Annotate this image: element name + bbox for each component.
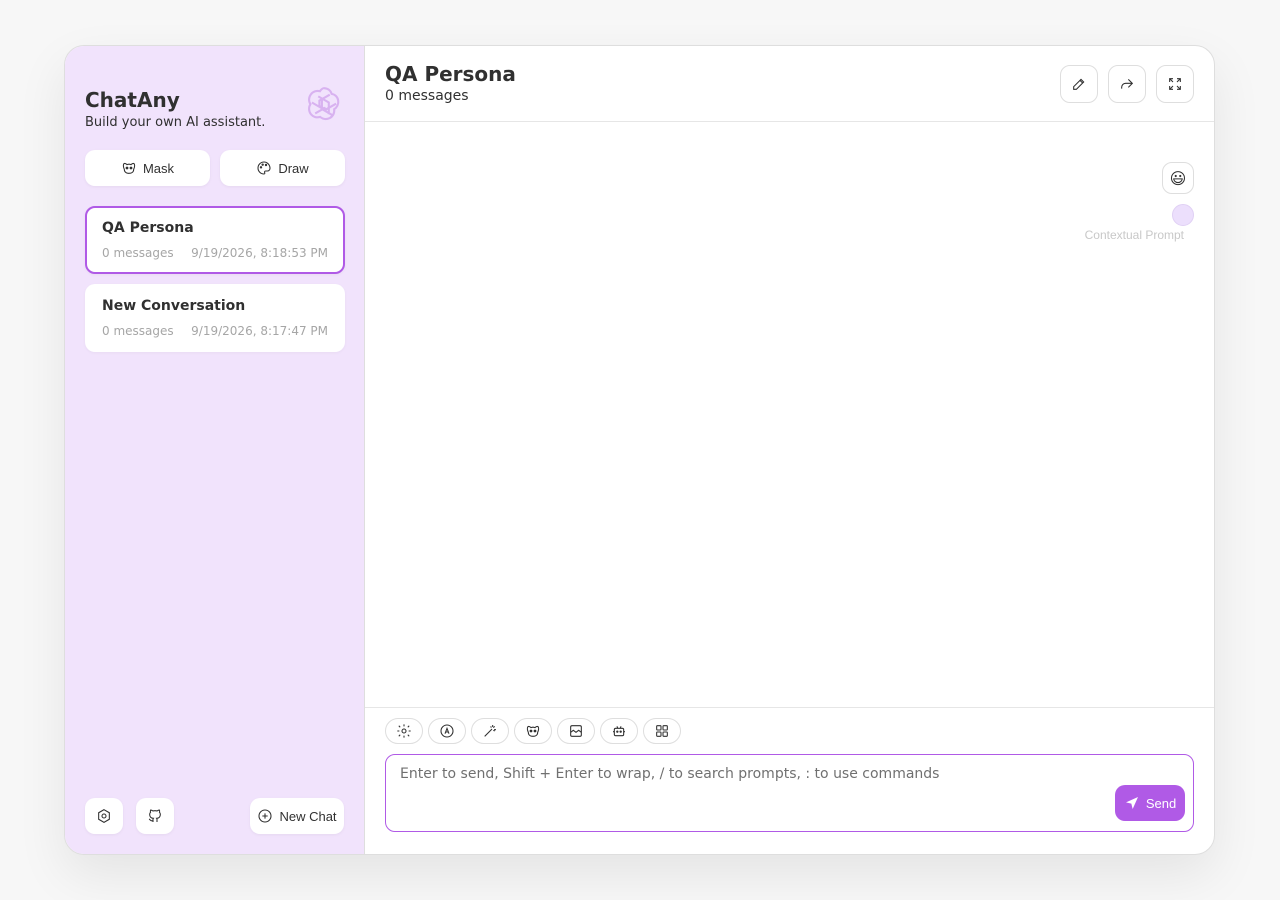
send-button[interactable]: Send — [1115, 785, 1185, 821]
share-button[interactable] — [1108, 65, 1146, 103]
send-icon — [1125, 797, 1138, 809]
magic-wand-icon — [484, 725, 496, 737]
conversation-count: 0 messages — [102, 324, 174, 338]
conversation-item-qa-persona[interactable]: QA Persona 0 messages 9/19/2026, 8:18:53… — [85, 206, 345, 274]
app-tagline: Build your own AI assistant. — [85, 115, 266, 130]
robot-icon — [613, 726, 625, 737]
message-input[interactable] — [386, 755, 1193, 831]
toolbar-apps-button[interactable] — [643, 718, 681, 744]
input-panel: Send — [365, 707, 1214, 854]
mask-button-label: Mask — [142, 160, 175, 176]
conversation-title: New Conversation — [102, 298, 246, 314]
edit-icon — [1073, 78, 1085, 90]
settings-button[interactable] — [85, 798, 123, 834]
header-actions — [1060, 65, 1194, 103]
draw-button[interactable]: Draw — [220, 150, 345, 186]
toolbar-mask-button[interactable] — [514, 718, 552, 744]
new-chat-label: New Chat — [279, 808, 337, 824]
theme-icon — [440, 724, 454, 738]
palette-icon — [257, 161, 271, 175]
send-label: Send — [1145, 795, 1177, 811]
sidebar-top-buttons: Mask Draw — [85, 150, 345, 186]
sidebar-footer: New Chat — [85, 798, 344, 834]
conversation-time: 9/19/2026, 8:17:47 PM — [191, 324, 328, 338]
conversation-title: QA Persona — [102, 220, 194, 236]
mask-icon — [526, 725, 540, 737]
toolbar-robot-button[interactable] — [600, 718, 638, 744]
edit-button[interactable] — [1060, 65, 1098, 103]
message-input-box: Send — [385, 754, 1194, 832]
toolbar-settings-button[interactable] — [385, 718, 423, 744]
toolbar-prompt-button[interactable] — [471, 718, 509, 744]
toolbar-image-button[interactable] — [557, 718, 595, 744]
draw-button-label: Draw — [278, 160, 309, 176]
message-area: 😃 Contextual Prompt — [365, 122, 1214, 708]
conversation-meta: 0 messages 9/19/2026, 8:18:53 PM — [102, 246, 328, 260]
contextual-prompt-label: Contextual Prompt — [1084, 228, 1184, 242]
chat-header: QA Persona 0 messages — [365, 46, 1214, 122]
new-chat-button[interactable]: New Chat — [250, 798, 344, 834]
fullscreen-button[interactable] — [1156, 65, 1194, 103]
chat-toolbar — [385, 718, 681, 744]
chat-main: QA Persona 0 messages 😃 Contextual Promp… — [365, 46, 1214, 854]
github-button[interactable] — [136, 798, 174, 834]
conversation-count: 0 messages — [102, 246, 174, 260]
sidebar: ChatAny Build your own AI assistant. Mas… — [65, 46, 365, 854]
toolbar-theme-button[interactable] — [428, 718, 466, 744]
settings-icon — [98, 809, 110, 823]
openai-logo-icon — [308, 87, 340, 121]
image-icon — [570, 725, 582, 737]
share-icon — [1121, 78, 1134, 89]
brand: ChatAny Build your own AI assistant. — [85, 88, 265, 130]
apps-icon — [656, 725, 668, 737]
fullscreen-icon — [1169, 78, 1181, 90]
mask-button[interactable]: Mask — [85, 150, 210, 186]
settings-icon — [397, 724, 411, 738]
app-window: ChatAny Build your own AI assistant. Mas… — [64, 45, 1215, 855]
conversation-list: QA Persona 0 messages 9/19/2026, 8:18:53… — [85, 206, 345, 362]
conversation-meta: 0 messages 9/19/2026, 8:17:47 PM — [102, 324, 328, 338]
mask-icon — [122, 162, 136, 174]
plus-circle-icon — [258, 809, 272, 823]
conversation-item-new-conversation[interactable]: New Conversation 0 messages 9/19/2026, 8… — [85, 284, 345, 352]
loading-dot — [1172, 204, 1194, 226]
user-avatar[interactable]: 😃 — [1162, 162, 1194, 194]
app-title: ChatAny — [85, 88, 180, 112]
conversation-time: 9/19/2026, 8:18:53 PM — [191, 246, 328, 260]
github-icon — [148, 809, 161, 822]
